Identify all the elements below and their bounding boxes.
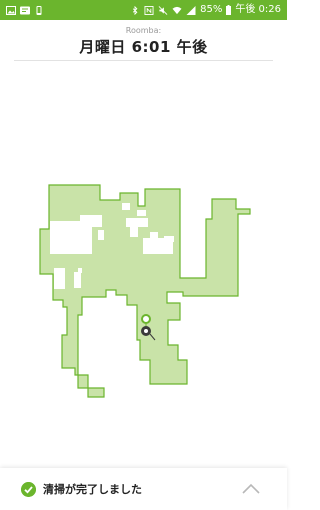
app-icon xyxy=(20,6,30,14)
cleaning-map[interactable] xyxy=(0,60,287,470)
status-bar-right: 85% 午後 0:26 xyxy=(130,0,281,20)
header: Roomba: 月曜日 6:01 午後 xyxy=(0,26,287,57)
cleaning-status: 清掃が完了しました xyxy=(43,483,142,496)
mute-icon xyxy=(158,5,168,15)
signal-icon xyxy=(186,5,196,15)
clock: 午後 0:26 xyxy=(235,4,281,15)
wifi-icon xyxy=(172,6,182,14)
check-icon xyxy=(21,482,36,497)
battery-percentage: 85% xyxy=(200,4,223,15)
status-bar-left xyxy=(6,5,44,15)
chevron-up-icon[interactable] xyxy=(240,482,262,496)
battery-icon xyxy=(226,5,232,15)
bluetooth-icon xyxy=(133,5,138,15)
nfc-icon xyxy=(144,5,154,15)
start-marker xyxy=(141,314,151,324)
cleaned-area xyxy=(39,184,251,398)
gallery-icon xyxy=(6,5,16,15)
status-bar: 85% 午後 0:26 xyxy=(0,0,287,20)
robot-name: Roomba: xyxy=(125,26,162,35)
phone-icon xyxy=(36,5,42,15)
page-title: 月曜日 6:01 午後 xyxy=(79,38,208,56)
